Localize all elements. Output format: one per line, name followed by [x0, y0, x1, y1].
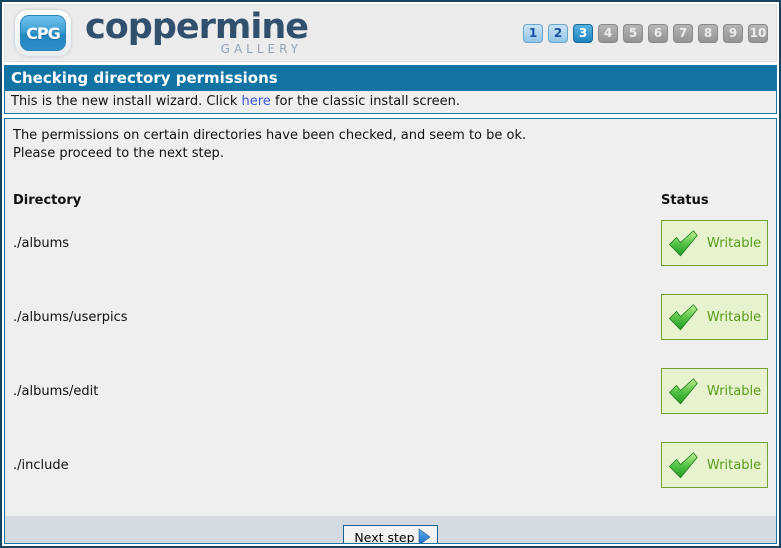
status-badge: Writable — [661, 294, 768, 340]
directory-path: ./albums — [13, 236, 69, 251]
step-indicator[interactable]: 1 — [523, 24, 543, 43]
next-step-label: Next step — [354, 530, 414, 544]
check-icon — [668, 230, 698, 257]
directory-path: ./albums/edit — [13, 384, 98, 399]
status-label: Writable — [707, 236, 761, 251]
step-indicator[interactable]: 5 — [623, 24, 643, 43]
footer-bar: Next step — [5, 516, 776, 544]
table-row: ./albums Writable — [13, 220, 768, 266]
step-indicator[interactable]: 9 — [723, 24, 743, 43]
status-label: Writable — [707, 384, 761, 399]
column-header-directory: Directory — [13, 193, 81, 208]
cpg-logo: CPG — [15, 10, 71, 56]
status-badge: Writable — [661, 220, 768, 266]
check-icon — [668, 378, 698, 405]
status-label: Writable — [707, 310, 761, 325]
status-badge: Writable — [661, 368, 768, 414]
directory-path: ./include — [13, 458, 69, 473]
wizard-notice: This is the new install wizard. Click he… — [5, 91, 776, 113]
app-header: CPG coppermine GALLERY 1 2 3 4 5 6 7 — [4, 4, 777, 62]
wizard-step-indicator: 1 2 3 4 5 6 7 8 9 10 — [523, 24, 768, 43]
brand-name: coppermine — [85, 10, 308, 45]
install-wizard-page: CPG coppermine GALLERY 1 2 3 4 5 6 7 — [0, 0, 781, 548]
content-area: The permissions on certain directories h… — [5, 119, 776, 516]
intro-line-1: The permissions on certain directories h… — [13, 127, 768, 145]
step-indicator[interactable]: 3 — [573, 24, 593, 43]
table-row: ./include Writable — [13, 442, 768, 488]
check-icon — [668, 304, 698, 331]
step-indicator[interactable]: 4 — [598, 24, 618, 43]
table-row: ./albums/edit Writable — [13, 368, 768, 414]
step-indicator[interactable]: 8 — [698, 24, 718, 43]
title-box: Checking directory permissions This is t… — [4, 65, 777, 114]
next-step-button[interactable]: Next step — [343, 525, 437, 544]
brand-subtitle: GALLERY — [221, 42, 302, 56]
directory-path: ./albums/userpics — [13, 310, 128, 325]
status-label: Writable — [707, 458, 761, 473]
page-title: Checking directory permissions — [5, 66, 776, 91]
table-header-row: Directory Status — [13, 193, 768, 208]
notice-text-before: This is the new install wizard. Click — [11, 94, 242, 109]
status-badge: Writable — [661, 442, 768, 488]
main-box: The permissions on certain directories h… — [4, 118, 777, 544]
step-indicator[interactable]: 2 — [548, 24, 568, 43]
step-indicator[interactable]: 7 — [673, 24, 693, 43]
next-arrow-icon — [418, 528, 431, 544]
intro-line-2: Please proceed to the next step. — [13, 145, 768, 163]
check-icon — [668, 452, 698, 479]
brand: coppermine GALLERY — [85, 10, 308, 56]
step-indicator[interactable]: 10 — [748, 24, 768, 43]
logo-area: CPG coppermine GALLERY — [15, 10, 308, 56]
notice-text-after: for the classic install screen. — [271, 94, 460, 109]
table-row: ./albums/userpics Writable — [13, 294, 768, 340]
cpg-logo-badge: CPG — [20, 15, 66, 51]
classic-install-link[interactable]: here — [242, 94, 271, 109]
column-header-status: Status — [661, 193, 768, 208]
step-indicator[interactable]: 6 — [648, 24, 668, 43]
